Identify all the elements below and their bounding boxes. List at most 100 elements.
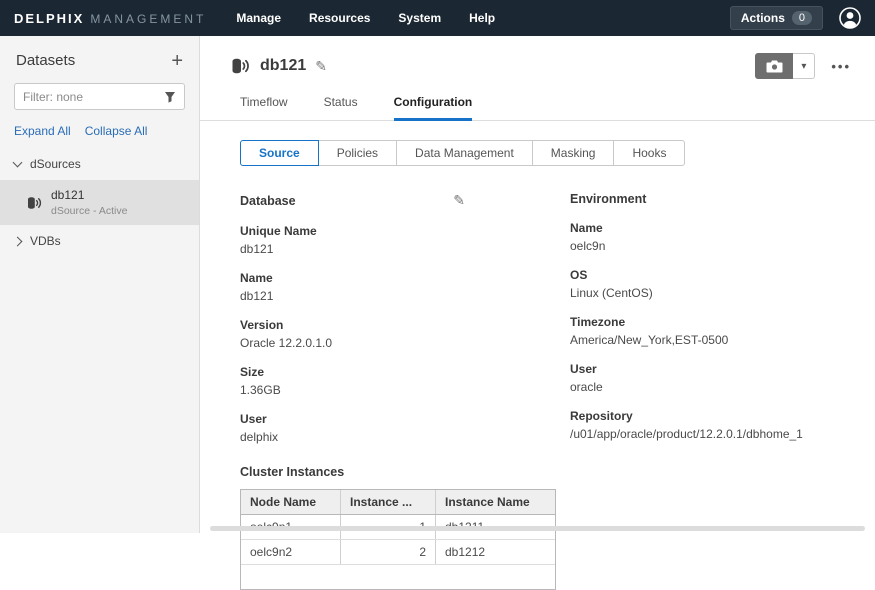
- actions-button-label: Actions: [741, 11, 785, 25]
- field-os: OS Linux (CentOS): [570, 268, 875, 300]
- field-name: Name db121: [240, 271, 570, 303]
- main-tabs: Timeflow Status Configuration: [200, 95, 875, 121]
- nav-system[interactable]: System: [398, 11, 441, 25]
- tree-node-vdbs[interactable]: VDBs: [0, 225, 199, 257]
- expand-all-link[interactable]: Expand All: [14, 124, 71, 138]
- column-header-instance-number: Instance ...: [341, 490, 436, 514]
- tree-item-subtitle: dSource - Active: [51, 205, 127, 217]
- sidebar-title: Datasets: [16, 52, 75, 69]
- field-value: Oracle 12.2.0.1.0: [240, 336, 570, 350]
- chevron-down-icon: [13, 158, 23, 168]
- table-header-row: Node Name Instance ... Instance Name: [241, 490, 555, 515]
- sidebar-links: Expand All Collapse All: [14, 124, 185, 138]
- field-value: oelc9n: [570, 239, 875, 253]
- tree-item-texts: db121 dSource - Active: [51, 188, 127, 217]
- field-version: Version Oracle 12.2.0.1.0: [240, 318, 570, 350]
- field-unique-name: Unique Name db121: [240, 224, 570, 256]
- field-value: oracle: [570, 380, 875, 394]
- header-actions: ▾ •••: [755, 53, 859, 79]
- logo-primary-text: DELPHIX: [14, 11, 84, 26]
- field-label: Repository: [570, 409, 875, 423]
- vdbs-label: VDBs: [30, 234, 61, 248]
- nav-manage[interactable]: Manage: [236, 11, 281, 25]
- field-timezone: Timezone America/New_York,EST-0500: [570, 315, 875, 347]
- tab-status[interactable]: Status: [324, 95, 358, 120]
- field-label: OS: [570, 268, 875, 282]
- camera-icon: [766, 60, 783, 73]
- table-empty-space: [241, 565, 555, 589]
- database-section-title: Database: [240, 194, 296, 208]
- top-bar: DELPHIX MANAGEMENT Manage Resources Syst…: [0, 0, 875, 36]
- sidebar-header: Datasets +: [0, 36, 199, 81]
- subtab-data-management[interactable]: Data Management: [396, 140, 533, 166]
- subtab-hooks[interactable]: Hooks: [613, 140, 685, 166]
- collapse-all-link[interactable]: Collapse All: [85, 124, 148, 138]
- field-label: Version: [240, 318, 570, 332]
- more-options-button[interactable]: •••: [831, 59, 851, 74]
- tree-node-dsources[interactable]: dSources: [0, 148, 199, 180]
- page-title: db121: [260, 57, 306, 75]
- field-value: /u01/app/oracle/product/12.2.0.1/dbhome_…: [570, 427, 875, 441]
- environment-section-header: Environment: [570, 192, 795, 206]
- edit-database-pencil-icon[interactable]: ✎: [453, 192, 465, 209]
- snapshot-camera-button[interactable]: [755, 53, 793, 79]
- tab-configuration[interactable]: Configuration: [394, 95, 473, 121]
- user-avatar-icon[interactable]: [839, 7, 861, 29]
- tree-item-name: db121: [51, 188, 127, 202]
- tab-timeflow[interactable]: Timeflow: [240, 95, 288, 120]
- field-value: 1.36GB: [240, 383, 570, 397]
- page-body: Datasets + Filter: none Expand All Colla…: [0, 36, 875, 533]
- cell-instance-number: 2: [341, 540, 436, 564]
- horizontal-scrollbar[interactable]: [210, 526, 865, 531]
- nav-help[interactable]: Help: [469, 11, 495, 25]
- logo-secondary-text: MANAGEMENT: [90, 12, 206, 26]
- filter-input-text: Filter: none: [23, 90, 83, 104]
- cluster-instances-table: Node Name Instance ... Instance Name oel…: [240, 489, 556, 590]
- environment-section-title: Environment: [570, 192, 646, 206]
- field-repository: Repository /u01/app/oracle/product/12.2.…: [570, 409, 875, 441]
- subtab-source[interactable]: Source: [240, 140, 319, 166]
- actions-count-badge: 0: [792, 11, 812, 25]
- environment-section: Environment Name oelc9n OS Linux (CentOS…: [570, 192, 875, 459]
- cell-instance-name: db1212: [436, 540, 555, 564]
- column-header-instance-name: Instance Name: [436, 490, 555, 514]
- field-value: delphix: [240, 430, 570, 444]
- field-env-user: User oracle: [570, 362, 875, 394]
- database-section-header: Database ✎: [240, 192, 465, 209]
- actions-button[interactable]: Actions 0: [730, 6, 823, 30]
- field-label: User: [570, 362, 875, 376]
- field-size: Size 1.36GB: [240, 365, 570, 397]
- add-dataset-button[interactable]: +: [171, 54, 183, 68]
- filter-input[interactable]: Filter: none: [14, 83, 185, 110]
- filter-funnel-icon: [164, 91, 176, 103]
- subtab-policies[interactable]: Policies: [318, 140, 397, 166]
- database-section: Database ✎ Unique Name db121 Name db121 …: [240, 192, 570, 459]
- tree-item-db121[interactable]: db121 dSource - Active: [0, 180, 199, 225]
- field-label: Size: [240, 365, 570, 379]
- delphix-logo: DELPHIX MANAGEMENT: [14, 11, 206, 26]
- table-row: oelc9n2 2 db1212: [241, 540, 555, 565]
- cell-node-name: oelc9n2: [241, 540, 341, 564]
- field-label: Name: [240, 271, 570, 285]
- nav-resources[interactable]: Resources: [309, 11, 370, 25]
- dsource-icon: [230, 56, 250, 76]
- field-db-user: User delphix: [240, 412, 570, 444]
- field-value: America/New_York,EST-0500: [570, 333, 875, 347]
- cluster-instances-title: Cluster Instances: [240, 465, 875, 479]
- field-label: Timezone: [570, 315, 875, 329]
- datasets-tree: dSources db121 dSource - Active VDBs: [0, 148, 199, 257]
- field-label: Name: [570, 221, 875, 235]
- field-value: db121: [240, 242, 570, 256]
- field-label: User: [240, 412, 570, 426]
- configuration-subtabs: Source Policies Data Management Masking …: [240, 140, 685, 166]
- field-label: Unique Name: [240, 224, 570, 238]
- field-value: Linux (CentOS): [570, 286, 875, 300]
- top-bar-right: Actions 0: [730, 6, 861, 30]
- dsource-icon: [26, 195, 42, 211]
- snapshot-options-button[interactable]: ▾: [793, 53, 815, 79]
- main-header: db121 ✎ ▾ •••: [200, 36, 875, 91]
- chevron-right-icon: [13, 236, 23, 246]
- main-panel: db121 ✎ ▾ ••• Timeflow Status Configurat…: [200, 36, 875, 533]
- subtab-masking[interactable]: Masking: [532, 140, 615, 166]
- edit-title-pencil-icon[interactable]: ✎: [315, 58, 327, 75]
